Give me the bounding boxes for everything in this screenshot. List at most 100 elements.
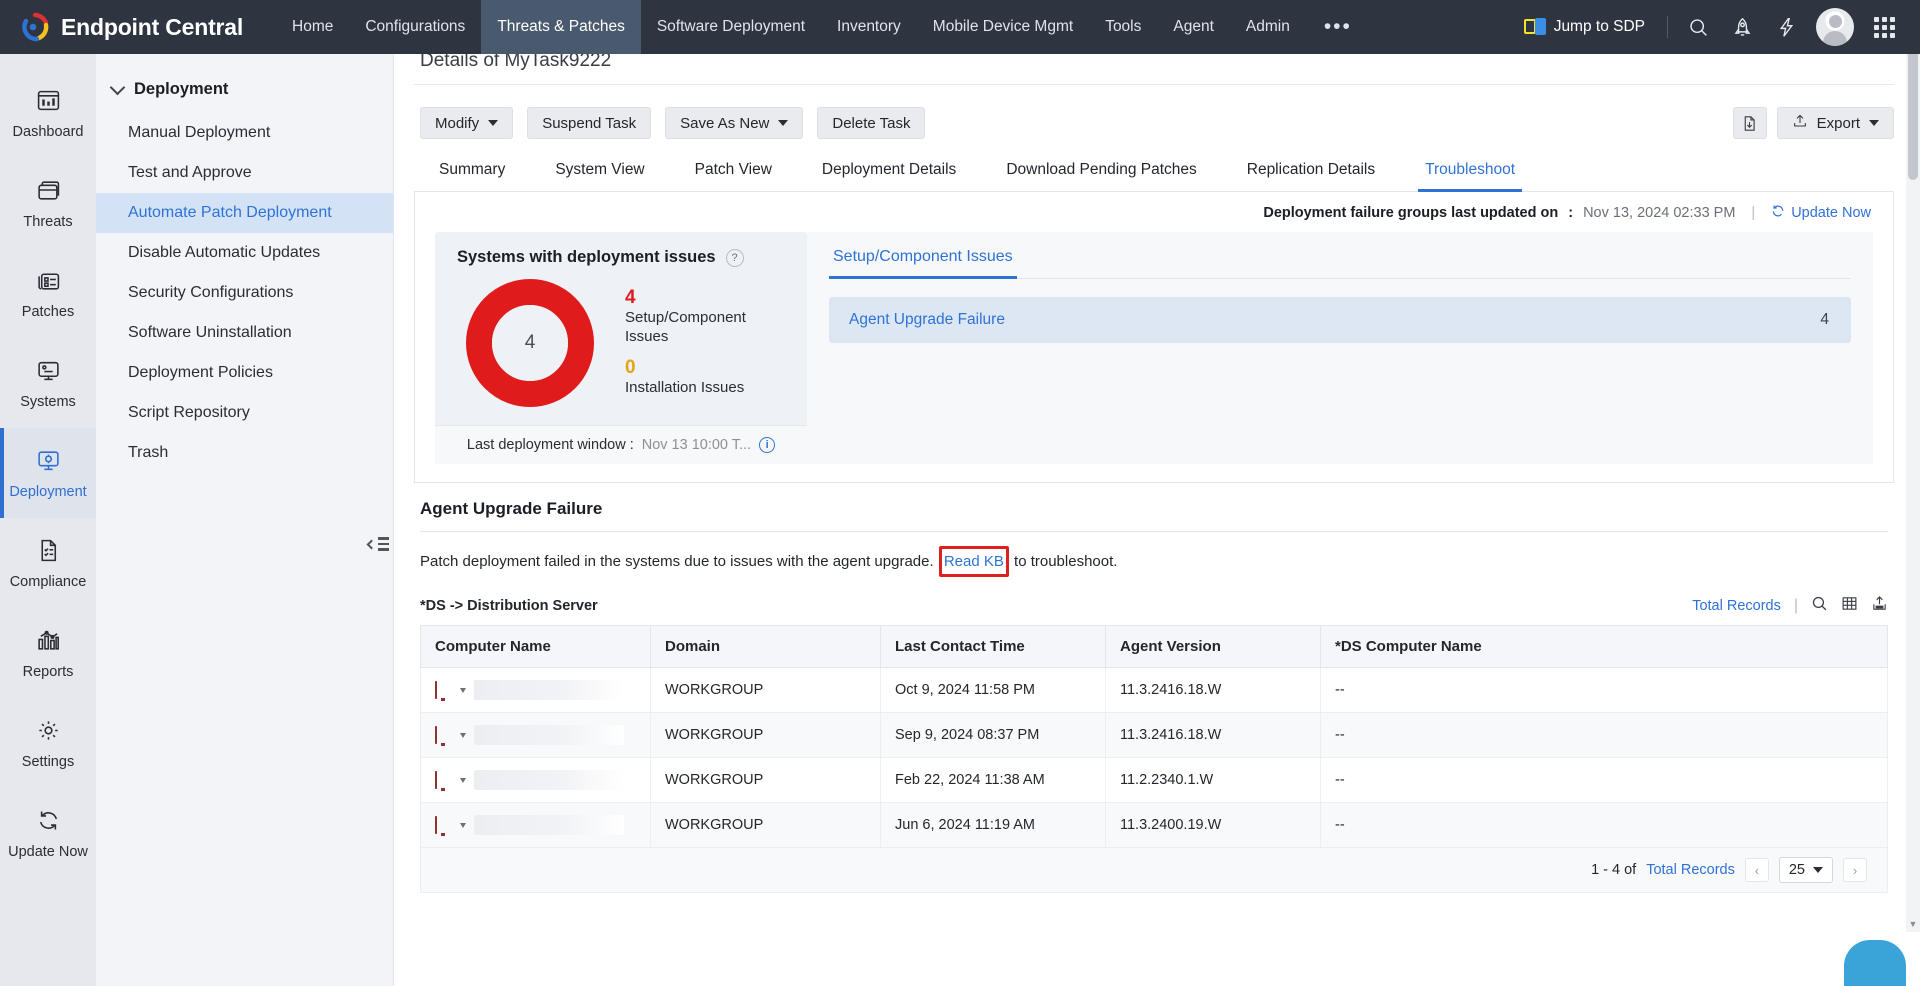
table-columns-icon[interactable]: [1841, 595, 1858, 617]
status-divider: |: [1751, 205, 1756, 221]
nav-agent[interactable]: Agent: [1157, 0, 1230, 54]
jump-to-sdp-button[interactable]: Jump to SDP: [1510, 17, 1659, 37]
user-avatar[interactable]: [1816, 8, 1854, 46]
table-row[interactable]: WORKGROUP Jun 6, 2024 11:19 AM 11.3.2400…: [420, 802, 1888, 848]
subnav-header-deployment[interactable]: Deployment: [96, 70, 393, 113]
apps-grid-icon[interactable]: [1862, 5, 1906, 49]
nav-home[interactable]: Home: [276, 0, 349, 54]
read-kb-link[interactable]: Read KB: [944, 553, 1004, 570]
search-icon[interactable]: [1811, 595, 1828, 617]
table-row[interactable]: WORKGROUP Sep 9, 2024 08:37 PM 11.3.2416…: [420, 712, 1888, 758]
col-ds-computer-name[interactable]: *DS Computer Name: [1320, 625, 1888, 668]
nav-inventory[interactable]: Inventory: [821, 0, 917, 54]
tab-replication-details[interactable]: Replication Details: [1222, 155, 1400, 191]
subnav-item-test-and-approve[interactable]: Test and Approve: [96, 153, 393, 193]
subnav-item-trash[interactable]: Trash: [96, 433, 393, 473]
suspend-task-button[interactable]: Suspend Task: [527, 107, 652, 139]
scroll-down-arrow-icon[interactable]: ▼: [1906, 916, 1920, 932]
subnav-item-software-uninstallation[interactable]: Software Uninstallation: [96, 313, 393, 353]
table-head: Computer Name Domain Last Contact Time A…: [420, 625, 1888, 668]
nav-admin[interactable]: Admin: [1230, 0, 1306, 54]
tab-system-view[interactable]: System View: [530, 155, 669, 191]
col-computer-name[interactable]: Computer Name: [420, 625, 651, 668]
support-chat-button[interactable]: [1844, 940, 1906, 986]
tab-summary[interactable]: Summary: [414, 155, 530, 191]
nav-threats-and-patches[interactable]: Threats & Patches: [481, 0, 641, 54]
col-last-contact-time[interactable]: Last Contact Time: [880, 625, 1106, 668]
subnav-item-deployment-policies[interactable]: Deployment Policies: [96, 353, 393, 393]
row-menu-caret-icon[interactable]: [460, 732, 466, 738]
read-kb-highlight-box: Read KB: [938, 546, 1009, 577]
row-menu-caret-icon[interactable]: [460, 822, 466, 828]
card-title-row: Systems with deployment issues ?: [435, 248, 807, 267]
tab-troubleshoot[interactable]: Troubleshoot: [1400, 155, 1540, 192]
row-menu-caret-icon[interactable]: [460, 777, 466, 783]
export-upload-icon[interactable]: [1871, 595, 1888, 617]
subtab-setup-component-issues[interactable]: Setup/Component Issues: [829, 240, 1017, 279]
rail-item-patches[interactable]: Patches: [0, 248, 96, 338]
nav-software-deployment[interactable]: Software Deployment: [641, 0, 821, 54]
subnav-item-automate-patch-deployment[interactable]: Automate Patch Deployment: [96, 193, 393, 233]
help-icon[interactable]: ?: [725, 248, 744, 267]
task-tabs: Summary System View Patch View Deploymen…: [414, 155, 1894, 192]
cell-last-contact: Oct 9, 2024 11:58 PM: [880, 667, 1106, 713]
rail-item-compliance[interactable]: Compliance: [0, 518, 96, 608]
tab-patch-view[interactable]: Patch View: [670, 155, 797, 191]
delete-task-button[interactable]: Delete Task: [817, 107, 926, 139]
search-icon[interactable]: [1676, 5, 1720, 49]
subnav-item-script-repository[interactable]: Script Repository: [96, 393, 393, 433]
pagination-total-link[interactable]: Total Records: [1646, 862, 1735, 878]
cell-ds-computer: --: [1320, 667, 1888, 713]
brand-logo-area[interactable]: Endpoint Central: [0, 12, 276, 42]
collapse-sidebar-button[interactable]: [363, 524, 393, 564]
troubleshoot-panel: Deployment failure groups last updated o…: [414, 192, 1894, 483]
export-button[interactable]: Export: [1776, 107, 1894, 139]
apps-grid-dots: [1873, 16, 1895, 38]
deployment-issues-donut-chart: 4: [466, 279, 594, 407]
modify-button[interactable]: Modify: [420, 107, 514, 139]
cell-agent-version: 11.3.2416.18.W: [1105, 667, 1321, 713]
legend-installation-issues: 0 Installation Issues: [625, 357, 765, 398]
rocket-icon[interactable]: [1720, 5, 1764, 49]
table-row[interactable]: WORKGROUP Oct 9, 2024 11:58 PM 11.3.2416…: [420, 667, 1888, 713]
nav-tools[interactable]: Tools: [1089, 0, 1157, 54]
page-scrollbar[interactable]: ▲ ▼: [1906, 0, 1920, 932]
rail-item-update-now[interactable]: Update Now: [0, 788, 96, 878]
pagination-prev-button[interactable]: ‹: [1744, 858, 1769, 882]
tab-deployment-details[interactable]: Deployment Details: [797, 155, 981, 191]
rail-item-deployment[interactable]: Deployment: [0, 428, 96, 518]
row-menu-caret-icon[interactable]: [460, 687, 466, 693]
rail-label-threats: Threats: [23, 213, 73, 230]
nav-mobile-device-mgmt[interactable]: Mobile Device Mgmt: [917, 0, 1089, 54]
rail-item-dashboard[interactable]: Dashboard: [0, 68, 96, 158]
rail-item-systems[interactable]: Systems: [0, 338, 96, 428]
primary-nav: Home Configurations Threats & Patches So…: [276, 0, 1370, 54]
rail-item-settings[interactable]: Settings: [0, 698, 96, 788]
info-icon[interactable]: i: [759, 437, 776, 453]
subnav-item-disable-automatic-updates[interactable]: Disable Automatic Updates: [96, 233, 393, 273]
nav-more-icon[interactable]: •••: [1306, 0, 1370, 54]
rail-item-threats[interactable]: Threats: [0, 158, 96, 248]
cell-domain: WORKGROUP: [650, 667, 881, 713]
menu-lines-icon: [377, 537, 389, 551]
col-domain[interactable]: Domain: [650, 625, 881, 668]
pagination-range: 1 - 4 of: [1591, 862, 1637, 878]
issue-row-agent-upgrade-failure[interactable]: Agent Upgrade Failure 4: [829, 297, 1851, 343]
tab-download-pending-patches[interactable]: Download Pending Patches: [981, 155, 1221, 191]
subnav-item-manual-deployment[interactable]: Manual Deployment: [96, 113, 393, 153]
bolt-icon[interactable]: [1764, 5, 1808, 49]
page-size-value: 25: [1788, 862, 1805, 878]
table-row[interactable]: WORKGROUP Feb 22, 2024 11:38 AM 11.2.234…: [420, 757, 1888, 803]
pagination-next-button[interactable]: ›: [1843, 858, 1867, 882]
subnav-item-security-configurations[interactable]: Security Configurations: [96, 273, 393, 313]
rail-item-reports[interactable]: Reports: [0, 608, 96, 698]
save-as-new-button[interactable]: Save As New: [665, 107, 804, 139]
rail-label-reports: Reports: [22, 663, 74, 680]
update-now-button[interactable]: Update Now: [1771, 204, 1871, 222]
nav-configurations[interactable]: Configurations: [349, 0, 481, 54]
col-agent-version[interactable]: Agent Version: [1105, 625, 1321, 668]
total-records-link[interactable]: Total Records: [1692, 598, 1781, 614]
document-download-icon[interactable]: [1732, 107, 1767, 139]
redacted-computer-name: [474, 680, 624, 700]
page-size-select[interactable]: 25: [1778, 857, 1833, 883]
